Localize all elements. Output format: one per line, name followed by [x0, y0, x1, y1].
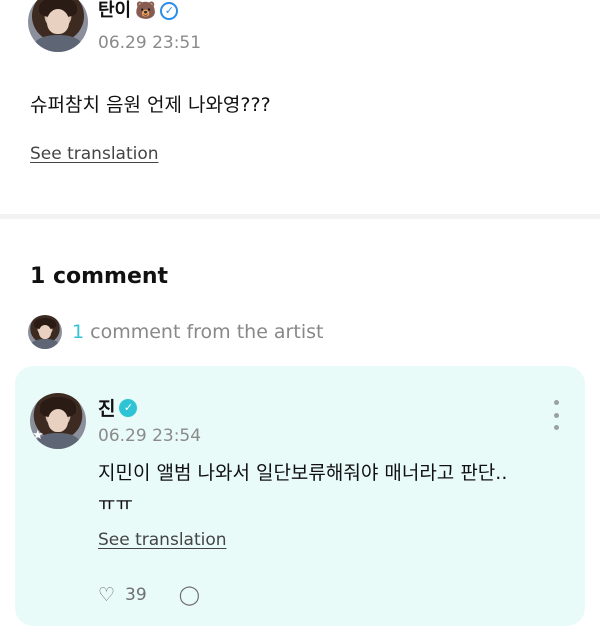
section-divider	[0, 214, 600, 219]
comment-see-translation-link[interactable]: See translation	[98, 530, 227, 550]
star-icon: ★	[32, 428, 44, 443]
bear-emoji: 🐻	[135, 1, 157, 21]
comment-author-name-row[interactable]: 진 ✓	[98, 394, 138, 421]
avatar-face	[47, 8, 69, 34]
like-icon[interactable]: ♡	[98, 584, 115, 606]
comment-author-name[interactable]: 진	[98, 394, 115, 421]
comment-body-line: ㅠㅠ	[98, 493, 133, 515]
comment-author-avatar[interactable]: ★	[30, 393, 86, 449]
post-author-name[interactable]: 탄이	[98, 0, 131, 22]
verified-badge-icon: ✓	[119, 398, 138, 417]
post-see-translation-link[interactable]: See translation	[30, 144, 159, 164]
post-timestamp: 06.29 23:51	[98, 33, 202, 53]
like-count: 39	[125, 585, 147, 605]
comment-body-line: 지민이 앨범 나와서 일단보류해줘야 매너라고 판단..	[98, 462, 508, 484]
artist-comment-label: comment from the artist	[84, 321, 324, 343]
post-author-avatar[interactable]	[28, 0, 88, 52]
more-dot	[553, 425, 559, 430]
comment-body-text: 지민이 앨범 나와서 일단보류해줘야 매너라고 판단.. ㅠㅠ	[98, 458, 568, 520]
avatar-shoulders	[31, 339, 59, 349]
avatar-face	[38, 324, 52, 339]
post-author-name-row[interactable]: 탄이 🐻 ✓	[98, 0, 179, 22]
comment-actions-bar: ♡ 39 ◯	[98, 584, 200, 606]
reply-icon[interactable]: ◯	[179, 584, 200, 606]
artist-comment-count: 1	[72, 321, 85, 343]
artist-avatar	[28, 315, 62, 349]
avatar-face	[47, 408, 69, 433]
artist-comment-filter[interactable]: 1 comment from the artist	[72, 321, 323, 343]
post-body-text: 슈퍼참치 음원 언제 나와영???	[30, 94, 271, 116]
comment-timestamp: 06.29 23:54	[98, 426, 202, 446]
more-dot	[553, 412, 559, 418]
verified-badge-icon: ✓	[160, 2, 179, 20]
more-dot	[553, 400, 559, 405]
comments-count-title: 1 comment	[30, 264, 169, 289]
avatar-shoulders	[34, 35, 82, 52]
more-options-icon[interactable]	[548, 400, 564, 430]
